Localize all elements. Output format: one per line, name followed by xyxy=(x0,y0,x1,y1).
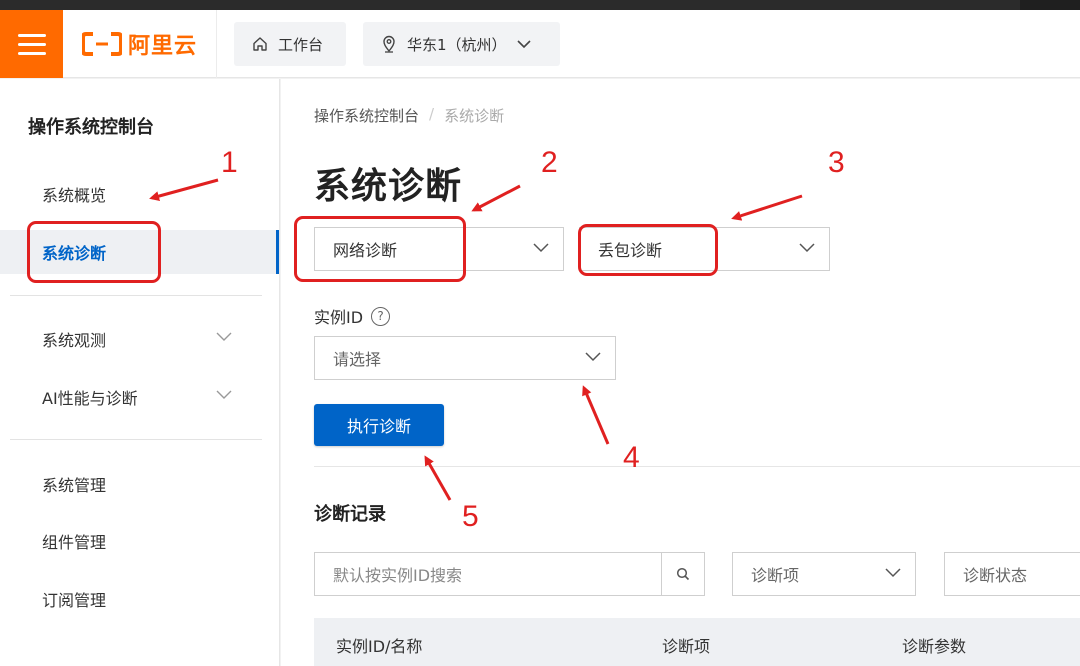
chevron-down-icon xyxy=(216,332,232,341)
instance-id-select[interactable]: 请选择 xyxy=(314,336,616,380)
workbench-button[interactable]: 工作台 xyxy=(234,22,346,66)
annotation-number-3: 3 xyxy=(828,146,845,179)
main-content: 操作系统控制台 / 系统诊断 系统诊断 网络诊断 丢包诊断 实例ID ? 请选择… xyxy=(281,79,1080,666)
sidebar-item-label: AI性能与诊断 xyxy=(42,389,138,408)
annotation-number-5: 5 xyxy=(462,500,479,533)
sidebar-item-observe[interactable]: 系统观测 xyxy=(0,317,279,361)
record-search: 默认按实例ID搜索 xyxy=(314,552,705,596)
search-input[interactable]: 默认按实例ID搜索 xyxy=(315,553,661,595)
region-selector[interactable]: 华东1（杭州） xyxy=(363,22,560,66)
home-icon xyxy=(253,37,267,51)
workbench-label: 工作台 xyxy=(278,35,324,54)
sidebar-item-ai-performance[interactable]: AI性能与诊断 xyxy=(0,375,279,419)
annotation-number-2: 2 xyxy=(541,146,558,179)
chevron-down-icon xyxy=(533,243,549,253)
sidebar-item-label: 系统概览 xyxy=(42,186,107,205)
breadcrumb-current: 系统诊断 xyxy=(444,107,505,125)
sidebar-divider xyxy=(10,439,262,440)
annotation-box-1 xyxy=(27,221,161,283)
instance-id-placeholder: 请选择 xyxy=(333,350,382,369)
chevron-down-icon xyxy=(885,568,901,578)
menu-icon[interactable] xyxy=(0,10,63,78)
section-divider xyxy=(314,466,1080,467)
aliyun-logo-icon xyxy=(82,32,122,56)
region-label: 华东1（杭州） xyxy=(407,35,507,54)
chevron-down-icon xyxy=(799,243,815,253)
sidebar-item-label: 系统管理 xyxy=(42,476,107,495)
logo-text: 阿里云 xyxy=(128,34,198,59)
annotation-box-2 xyxy=(294,216,466,282)
breadcrumb-separator: / xyxy=(429,105,435,123)
breadcrumb: 操作系统控制台 / 系统诊断 xyxy=(314,105,504,126)
filter-item-label: 诊断项 xyxy=(751,566,800,585)
column-header-params: 诊断参数 xyxy=(902,637,967,656)
filter-diagnosis-item[interactable]: 诊断项 xyxy=(732,552,916,596)
run-diagnosis-button[interactable]: 执行诊断 xyxy=(314,404,444,446)
chevron-down-icon xyxy=(585,352,601,362)
filter-status-label: 诊断状态 xyxy=(963,566,1028,585)
diagnosis-records-title: 诊断记录 xyxy=(314,504,386,525)
sidebar-item-component-manage[interactable]: 组件管理 xyxy=(0,519,279,563)
page-title: 系统诊断 xyxy=(314,166,463,207)
annotation-number-4: 4 xyxy=(623,441,640,474)
aliyun-logo[interactable]: 阿里云 xyxy=(82,10,197,78)
records-table-header: 实例ID/名称 诊断项 诊断参数 xyxy=(314,618,1080,666)
header-divider xyxy=(216,10,217,78)
annotation-box-3 xyxy=(578,224,718,276)
annotation-number-1: 1 xyxy=(221,146,238,179)
sidebar-item-subscription[interactable]: 订阅管理 xyxy=(0,577,279,621)
instance-id-label: 实例ID xyxy=(314,308,364,327)
help-icon[interactable]: ? xyxy=(371,306,391,326)
filter-diagnosis-status[interactable]: 诊断状态 xyxy=(944,552,1080,596)
column-header-instance: 实例ID/名称 xyxy=(336,637,423,656)
sidebar-item-label: 订阅管理 xyxy=(42,591,107,610)
location-pin-icon xyxy=(383,35,395,53)
chevron-down-icon xyxy=(216,390,232,399)
sidebar-item-label: 组件管理 xyxy=(42,533,107,552)
search-button[interactable] xyxy=(661,553,704,595)
sidebar-item-system-manage[interactable]: 系统管理 xyxy=(0,462,279,506)
breadcrumb-parent[interactable]: 操作系统控制台 xyxy=(314,105,419,126)
top-header: 阿里云 工作台 华东1（杭州） xyxy=(0,10,1080,78)
instance-id-label-row: 实例ID ? xyxy=(314,304,391,328)
sidebar: 操作系统控制台 系统概览 系统诊断 系统观测 AI性能与诊断 系统管理 组件管理… xyxy=(0,79,280,666)
window-top-strip xyxy=(0,0,1080,10)
sidebar-item-label: 系统观测 xyxy=(42,331,107,350)
search-icon xyxy=(676,567,690,581)
column-header-item: 诊断项 xyxy=(662,637,711,656)
chevron-down-icon xyxy=(516,39,531,48)
sidebar-divider xyxy=(10,295,262,296)
sidebar-title: 操作系统控制台 xyxy=(28,117,154,138)
